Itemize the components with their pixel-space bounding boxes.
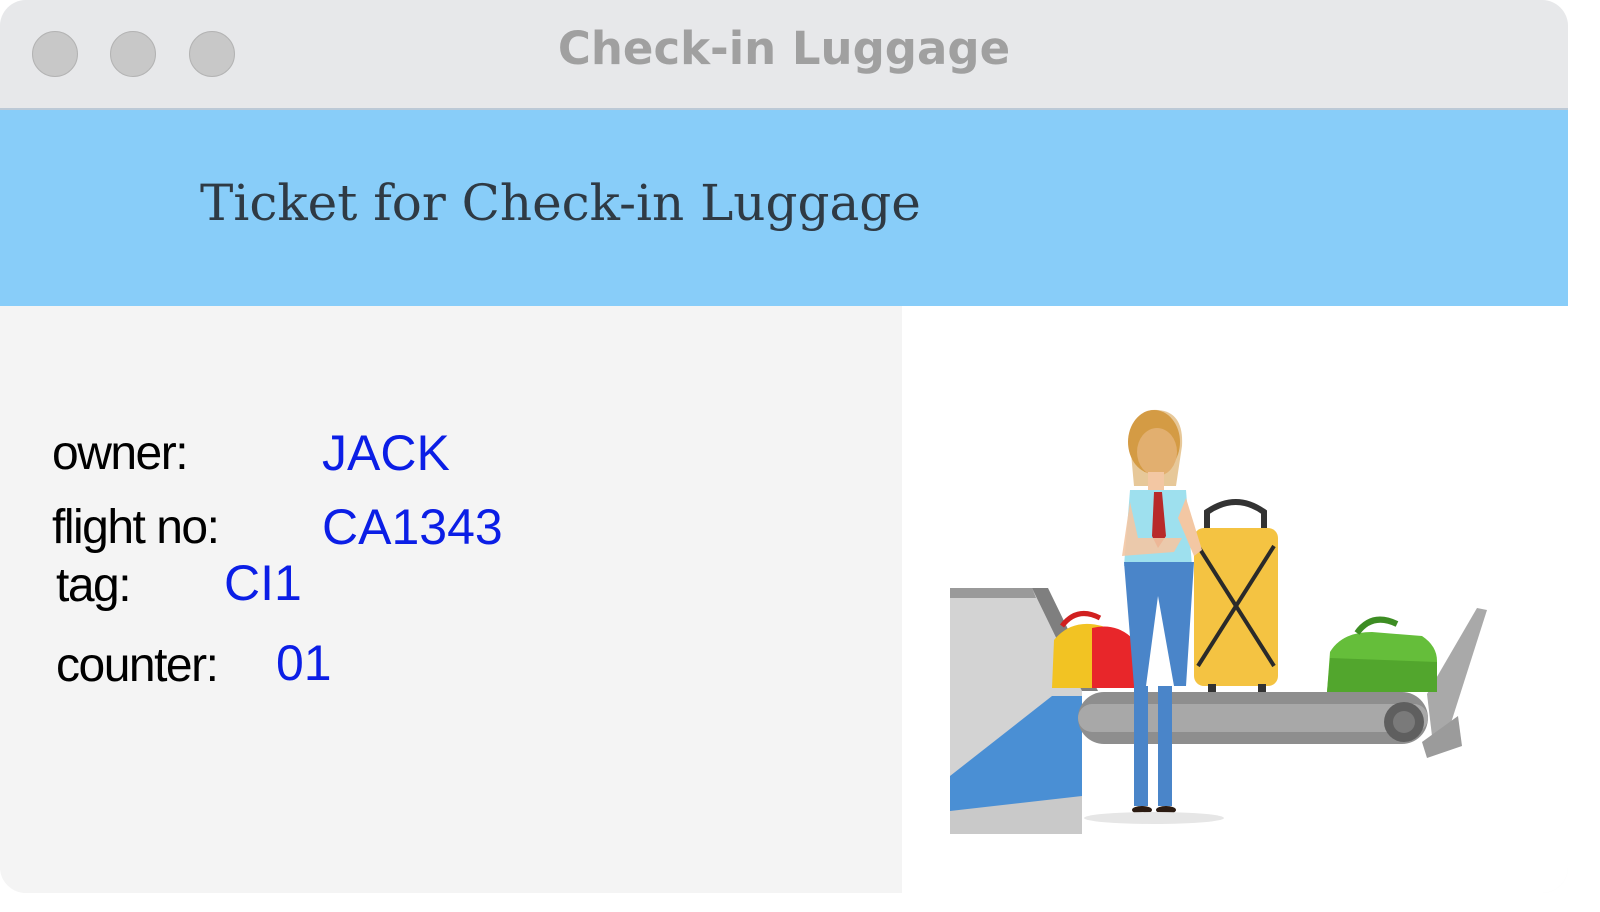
window-title: Check-in Luggage (557, 22, 1011, 75)
flight-no-value: CA1343 (322, 499, 503, 555)
owner-label: owner: (52, 427, 189, 480)
tag-label: tag: (56, 559, 132, 612)
flight-no-label: flight no: (52, 501, 220, 554)
baggage-belt-image (950, 409, 1487, 834)
counter-label: counter: (56, 639, 219, 692)
app-window: Check-in Luggage Ticket for Check-in Lug… (0, 0, 1568, 893)
title-bar[interactable]: Check-in Luggage (0, 0, 1568, 110)
ticket-details-panel: owner: JACK flight no: CA1343 tag: CI1 c… (0, 306, 902, 893)
luggage-checkin-illustration (902, 306, 1568, 893)
tag-value: CI1 (224, 555, 302, 611)
header-banner: Ticket for Check-in Luggage (0, 110, 1568, 306)
counter-value: 01 (276, 635, 332, 691)
banner-title: Ticket for Check-in Luggage (200, 174, 921, 232)
owner-value: JACK (322, 425, 450, 481)
